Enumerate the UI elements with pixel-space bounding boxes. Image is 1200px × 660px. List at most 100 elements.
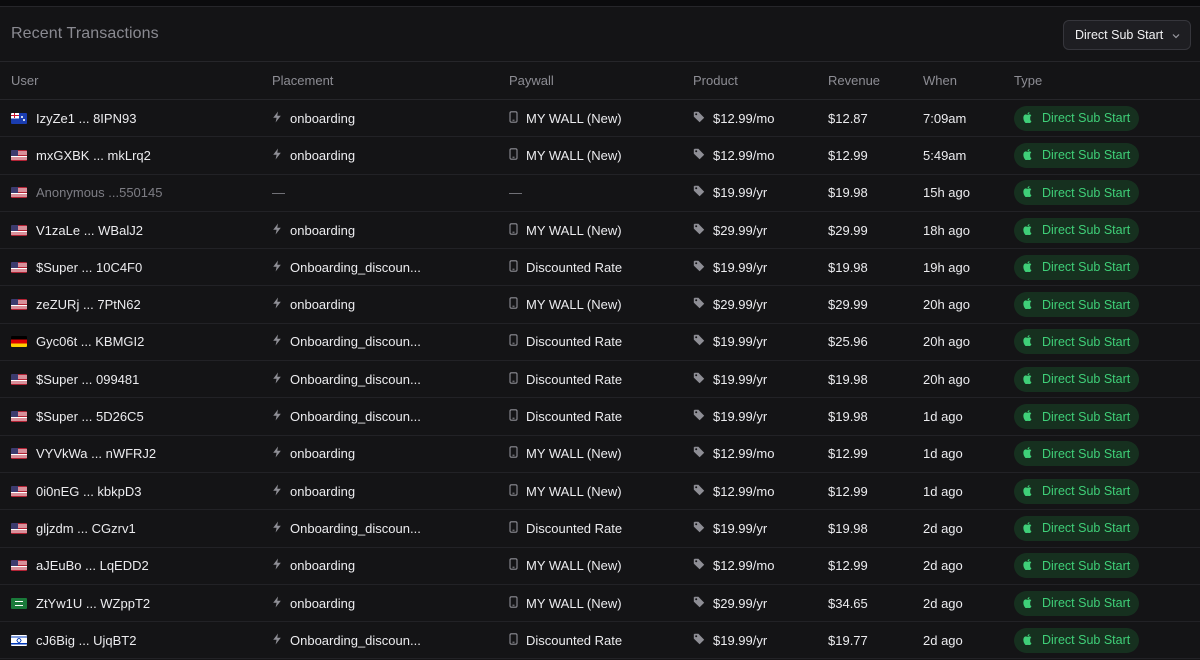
type-cell: Direct Sub Start [1014,137,1140,173]
type-badge[interactable]: Direct Sub Start [1014,553,1140,579]
placement-name: — [272,185,285,201]
type-badge[interactable]: Direct Sub Start [1014,180,1140,206]
type-label: Direct Sub Start [1042,409,1131,424]
column-header-type[interactable]: Type [1014,73,1042,88]
column-header-paywall[interactable]: Paywall [509,73,554,88]
user-cell[interactable]: VYVkWa ... nWFRJ2 [11,436,156,472]
type-badge[interactable]: Direct Sub Start [1014,105,1140,131]
user-cell[interactable]: cJ6Big ... UjqBT2 [11,622,136,658]
type-badge[interactable]: Direct Sub Start [1014,404,1140,430]
type-label: Direct Sub Start [1042,223,1131,238]
table-row[interactable]: gljzdm ... CGzrv1 Onboarding_discoun... … [0,510,1200,548]
user-id: $Super ... 10C4F0 [36,259,143,275]
table-row[interactable]: mxGXBK ... mkLrq2 onboarding MY WALL (Ne… [0,137,1200,175]
column-header-user[interactable]: User [11,73,38,88]
user-id: $Super ... 5D26C5 [36,409,144,425]
type-badge[interactable]: Direct Sub Start [1014,478,1140,504]
user-cell[interactable]: Gyc06t ... KBMGI2 [11,324,144,360]
product-price: $19.99/yr [713,520,768,536]
table-row[interactable]: Gyc06t ... KBMGI2 Onboarding_discoun... … [0,324,1200,362]
table-row[interactable]: ZtYw1U ... WZppT2 onboarding MY WALL (Ne… [0,585,1200,623]
type-badge[interactable]: Direct Sub Start [1014,441,1140,467]
country-flag-icon [11,261,27,273]
table-row[interactable]: V1zaLe ... WBalJ2 onboarding MY WALL (Ne… [0,212,1200,250]
bolt-icon [272,223,282,238]
product-cell: $19.99/yr [693,398,767,434]
user-cell[interactable]: $Super ... 5D26C5 [11,398,144,434]
type-badge[interactable]: Direct Sub Start [1014,217,1140,243]
transaction-time: 2d ago [923,520,963,536]
column-header-when[interactable]: When [923,73,957,88]
table-row[interactable]: $Super ... 5D26C5 Onboarding_discoun... … [0,398,1200,436]
placement-name: Onboarding_discoun... [290,334,421,350]
type-badge[interactable]: Direct Sub Start [1014,515,1140,541]
placement-cell: onboarding [272,100,355,136]
placement-name: Onboarding_discoun... [290,520,421,536]
user-cell[interactable]: mxGXBK ... mkLrq2 [11,137,151,173]
placement-name: Onboarding_discoun... [290,632,421,648]
type-badge[interactable]: Direct Sub Start [1014,292,1140,318]
column-header-revenue[interactable]: Revenue [828,73,880,88]
user-cell[interactable]: ZtYw1U ... WZppT2 [11,585,150,621]
revenue-amount: $19.77 [828,632,868,648]
tag-icon [693,558,705,573]
table-row[interactable]: Anonymous ...550145 — — $19.99/yr $19.98… [0,175,1200,212]
revenue-amount: $12.99 [828,558,868,574]
tag-icon [693,111,705,126]
type-badge[interactable]: Direct Sub Start [1014,366,1140,392]
revenue-cell: $19.98 [828,249,868,285]
table-row[interactable]: VYVkWa ... nWFRJ2 onboarding MY WALL (Ne… [0,436,1200,473]
type-label: Direct Sub Start [1042,111,1131,126]
type-badge[interactable]: Direct Sub Start [1014,590,1140,616]
paywall-cell: MY WALL (New) [509,137,622,173]
type-cell: Direct Sub Start [1014,100,1140,136]
paywall-name: MY WALL (New) [526,297,622,313]
type-filter-dropdown[interactable]: Direct Sub Start [1063,20,1191,50]
placement-name: onboarding [290,297,356,313]
bolt-icon [272,446,282,461]
panel-header: Recent Transactions Direct Sub Start [0,7,1200,62]
type-cell: Direct Sub Start [1014,510,1140,546]
table-row[interactable]: IzyZe1 ... 8IPN93 onboarding MY WALL (Ne… [0,100,1200,138]
type-badge[interactable]: Direct Sub Start [1014,254,1140,280]
panel-title: Recent Transactions [11,25,159,42]
column-header-placement[interactable]: Placement [272,73,333,88]
bolt-icon [272,409,282,424]
revenue-amount: $19.98 [828,185,868,201]
placement-name: Onboarding_discoun... [290,371,421,387]
paywall-name: Discounted Rate [526,259,623,275]
phone-icon [509,558,518,573]
user-cell[interactable]: aJEuBo ... LqEDD2 [11,548,149,584]
country-flag-icon [11,336,27,348]
table-row[interactable]: $Super ... 099481 Onboarding_discoun... … [0,361,1200,399]
phone-icon [509,595,518,611]
user-cell[interactable]: Anonymous ...550145 [11,175,162,211]
table-row[interactable]: zeZURj ... 7PtN62 onboarding MY WALL (Ne… [0,286,1200,324]
placement-name: onboarding [290,558,356,574]
table-row[interactable]: aJEuBo ... LqEDD2 onboarding MY WALL (Ne… [0,548,1200,585]
transaction-time: 2d ago [923,632,963,648]
paywall-name: Discounted Rate [526,409,623,425]
tag-icon [693,223,705,238]
column-header-product[interactable]: Product [693,73,738,88]
type-cell: Direct Sub Start [1014,175,1140,211]
table-row[interactable]: $Super ... 10C4F0 Onboarding_discoun... … [0,249,1200,287]
user-cell[interactable]: gljzdm ... CGzrv1 [11,510,136,546]
table-row[interactable]: cJ6Big ... UjqBT2 Onboarding_discoun... … [0,622,1200,660]
table-row[interactable]: 0i0nEG ... kbkpD3 onboarding MY WALL (Ne… [0,473,1200,511]
revenue-cell: $25.96 [828,324,868,360]
user-cell[interactable]: zeZURj ... 7PtN62 [11,286,141,322]
type-label: Direct Sub Start [1042,372,1131,387]
user-cell[interactable]: 0i0nEG ... kbkpD3 [11,473,142,509]
user-cell[interactable]: V1zaLe ... WBalJ2 [11,212,143,248]
paywall-cell: MY WALL (New) [509,585,622,621]
transaction-time: 18h ago [923,222,970,238]
type-badge[interactable]: Direct Sub Start [1014,329,1140,355]
paywall-name: Discounted Rate [526,520,623,536]
user-cell[interactable]: IzyZe1 ... 8IPN93 [11,100,136,136]
user-cell[interactable]: $Super ... 099481 [11,361,139,397]
type-badge[interactable]: Direct Sub Start [1014,627,1140,653]
user-cell[interactable]: $Super ... 10C4F0 [11,249,142,285]
type-badge[interactable]: Direct Sub Start [1014,142,1140,168]
revenue-cell: $12.99 [828,548,868,584]
